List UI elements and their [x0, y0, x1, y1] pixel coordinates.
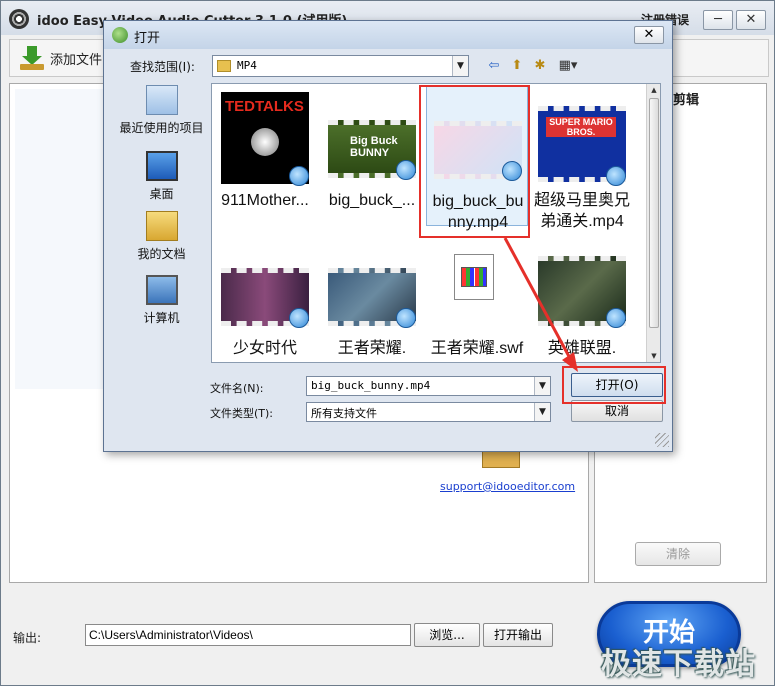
folder-icon — [217, 60, 231, 72]
file-name: 王者荣耀.swf — [430, 340, 524, 357]
filename-label: 文件名(N): — [210, 382, 264, 395]
thumb-caption: TEDTALKS — [225, 98, 304, 115]
minimize-button[interactable]: ─ — [703, 10, 733, 30]
browse-button[interactable]: 浏览... — [414, 623, 480, 647]
close-button[interactable]: ✕ — [736, 10, 766, 30]
look-in-dropdown[interactable]: MP4 ▼ — [212, 55, 469, 77]
look-in-label: 查找范围(I): — [130, 60, 195, 74]
file-name: big_buck_... — [328, 192, 416, 209]
watermark: 极速下载站 — [601, 647, 756, 682]
place-label: 最近使用的项目 — [119, 121, 204, 135]
file-item[interactable]: Big Buck BUNNY big_buck_... — [321, 86, 423, 226]
place-desktop[interactable]: 桌面 — [114, 151, 209, 202]
place-label: 计算机 — [143, 311, 180, 325]
places-bar: 最近使用的项目 桌面 我的文档 计算机 — [114, 83, 209, 363]
back-arrow-icon[interactable]: ⇦ — [484, 57, 504, 75]
dialog-app-icon — [112, 27, 128, 43]
place-label: 我的文档 — [137, 247, 186, 261]
download-arrow-icon — [20, 46, 44, 70]
file-thumbnail: Big Buck BUNNY — [328, 120, 416, 180]
up-folder-icon[interactable]: ⬆ — [507, 57, 527, 75]
add-file-button[interactable]: 添加文件 — [20, 44, 102, 72]
file-name: 少女时代 — [232, 340, 297, 357]
video-badge-icon — [396, 308, 416, 328]
app-logo-icon — [9, 9, 29, 29]
file-item[interactable]: TEDTALKS 911Mother... — [214, 86, 316, 226]
look-in-value: MP4 — [237, 59, 257, 72]
file-name: 王者荣耀. — [337, 340, 407, 357]
chevron-down-icon[interactable]: ▼ — [534, 377, 550, 395]
place-label: 桌面 — [149, 187, 174, 201]
filetype-dropdown[interactable]: 所有支持文件 ▼ — [306, 402, 551, 422]
recent-items-icon — [145, 85, 178, 115]
selected-file-highlight — [419, 85, 530, 238]
file-item[interactable]: SUPER MARIO BROS. 超级马里奥兄 弟通关.mp4 — [531, 86, 633, 230]
clear-button[interactable]: 清除 — [635, 542, 721, 566]
file-thumbnail: TEDTALKS — [221, 92, 309, 186]
dialog-title: 打开 — [134, 31, 161, 46]
computer-icon — [145, 275, 178, 305]
view-menu-icon[interactable]: ▦▾ — [554, 57, 582, 75]
video-badge-icon — [289, 166, 309, 186]
add-file-label: 添加文件 — [50, 52, 103, 68]
place-computer[interactable]: 计算机 — [114, 275, 209, 326]
file-thumbnail — [538, 256, 626, 328]
place-recent[interactable]: 最近使用的项目 — [114, 85, 209, 136]
clip-panel-title: 剪辑 — [673, 93, 700, 108]
output-path-input[interactable] — [85, 624, 411, 646]
filetype-value: 所有支持文件 — [311, 407, 377, 420]
filename-value: big_buck_bunny.mp4 — [311, 379, 431, 392]
dialog-title-bar: 打开 ✕ — [104, 21, 672, 49]
place-documents[interactable]: 我的文档 — [114, 211, 209, 262]
open-button-highlight — [562, 366, 666, 404]
open-output-button[interactable]: 打开输出 — [483, 623, 553, 647]
thumb-caption: SUPER MARIO BROS. — [546, 117, 616, 137]
scroll-down-icon[interactable]: ▼ — [647, 350, 660, 362]
scroll-up-icon[interactable]: ▲ — [647, 84, 660, 96]
file-thumbnail — [328, 268, 416, 328]
video-badge-icon — [289, 308, 309, 328]
file-thumbnail — [221, 268, 309, 328]
file-item[interactable]: 王者荣耀.swf — [426, 234, 528, 362]
file-name: 911Mother... — [221, 192, 309, 209]
desktop-icon — [145, 151, 178, 181]
filetype-label: 文件类型(T): — [210, 407, 274, 420]
scroll-thumb[interactable] — [649, 98, 659, 328]
swf-file-icon — [454, 254, 494, 300]
support-link[interactable]: support@idooeditor.com — [440, 480, 575, 493]
file-item[interactable]: 少女时代 — [214, 234, 316, 362]
video-badge-icon — [606, 166, 626, 186]
thumb-caption: Big Buck BUNNY — [350, 135, 398, 159]
file-item[interactable]: 英雄联盟. — [531, 234, 633, 362]
dialog-close-button[interactable]: ✕ — [634, 26, 664, 44]
preview-area — [15, 89, 105, 389]
new-folder-icon[interactable]: ✱ — [530, 57, 550, 75]
file-name: 超级马里奥兄 弟通关.mp4 — [533, 192, 630, 230]
chevron-down-icon[interactable]: ▼ — [452, 56, 468, 76]
video-badge-icon — [606, 308, 626, 328]
vertical-scrollbar[interactable]: ▲ ▼ — [646, 84, 660, 362]
chevron-down-icon[interactable]: ▼ — [534, 403, 550, 421]
video-badge-icon — [396, 160, 416, 180]
file-thumbnail: SUPER MARIO BROS. — [538, 106, 626, 186]
output-label: 输出: — [13, 631, 42, 645]
resize-grip[interactable] — [655, 433, 669, 447]
filename-input[interactable]: big_buck_bunny.mp4 ▼ — [306, 376, 551, 396]
file-name: 英雄联盟. — [547, 340, 617, 357]
documents-icon — [145, 211, 178, 241]
file-item[interactable]: 王者荣耀. — [321, 234, 423, 362]
